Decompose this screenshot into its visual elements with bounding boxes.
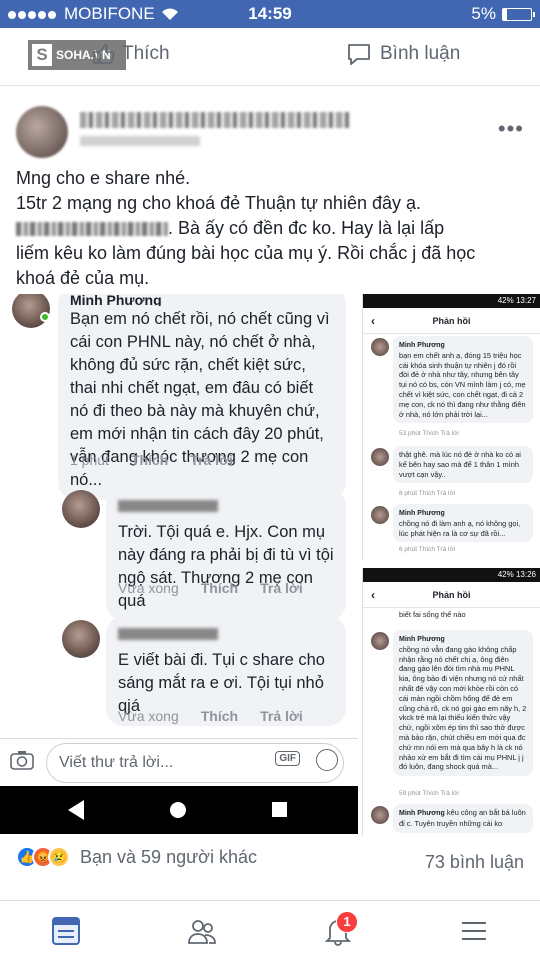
author-name-redacted <box>80 112 350 128</box>
sad-reaction-icon: 😢 <box>48 846 70 868</box>
home-icon[interactable] <box>170 802 186 818</box>
camera-icon[interactable] <box>10 749 34 771</box>
comment-time: 1 phút <box>70 452 109 468</box>
mini-avatar <box>371 632 389 650</box>
mini-status-bar: 42% 13:27 <box>363 294 540 308</box>
comments-count[interactable]: 73 bình luận <box>425 852 524 873</box>
comment-text: Trời. Tội quá e. Hjx. Con mụ này đáng ra… <box>118 523 334 610</box>
mini-avatar <box>371 448 389 466</box>
reactions-text: Bạn và 59 người khác <box>80 846 257 867</box>
mini-meta: 53 phút Thích Trả lời <box>399 430 459 437</box>
comment-reply-link[interactable]: Trả lời <box>190 452 233 468</box>
post-header: ••• <box>0 100 540 160</box>
android-nav-bar <box>0 786 358 834</box>
mini-meta: 8 phút Thích Trả lời <box>399 490 456 497</box>
notifications-tab[interactable]: 1 <box>322 911 358 947</box>
comment-reply-link[interactable]: Trả lời <box>260 708 303 724</box>
post-action-bar: S SOHA.VN Thích Bình luận <box>0 28 540 86</box>
comment-button[interactable]: Bình luận <box>346 42 460 66</box>
mini-status-bar: 42% 13:26 <box>363 568 540 582</box>
comment-bubble: Trời. Tội quá e. Hjx. Con mụ này đáng ra… <box>106 488 346 621</box>
mini-avatar <box>371 506 389 524</box>
mini-header: ‹ Phản hồi <box>363 308 540 334</box>
comment-like-link[interactable]: Thích <box>131 452 168 468</box>
battery-group: 5% <box>471 4 535 24</box>
like-button[interactable]: Thích <box>92 42 170 66</box>
back-chevron-icon: ‹ <box>371 588 375 602</box>
recent-apps-icon[interactable] <box>272 802 287 817</box>
mini-comment: Minh Phương kêu công an bắt bà luôn đi c… <box>393 804 533 833</box>
comment-author-redacted <box>118 624 334 647</box>
post-meta-redacted <box>80 136 200 146</box>
comment-like-link[interactable]: Thích <box>201 708 238 724</box>
status-bar: MOBIFONE 14:59 5% <box>0 0 540 28</box>
comment-bubble: Minh Phương Bạn em nó chết rồi, nó chết … <box>58 294 346 500</box>
friends-icon[interactable] <box>186 915 218 947</box>
like-label: Thích <box>122 43 170 64</box>
comment-like-link[interactable]: Thích <box>201 580 238 596</box>
mini-meta: 59 phút Thích Trả lời <box>399 790 459 797</box>
battery-icon <box>502 7 535 21</box>
back-icon[interactable] <box>68 800 84 820</box>
embedded-screenshot-comments: Minh Phương Bạn em nó chết rồi, nó chết … <box>0 294 358 836</box>
mini-comment: Minh Phương chồng nó vẫn đang gào không c… <box>393 630 533 777</box>
mini-comment: Minh Phương bạn em chết anh ạ, đóng 15 tr… <box>393 336 533 424</box>
mini-header: ‹ Phản hồi <box>363 582 540 608</box>
back-chevron-icon: ‹ <box>371 314 375 328</box>
post-line: 15tr 2 mạng ng cho khoá đẻ Thuận tự nhiê… <box>16 193 421 213</box>
news-feed-icon[interactable] <box>50 915 82 947</box>
mini-comment: Minh Phương chồng nó đi làm anh ạ, nó khô… <box>393 504 533 543</box>
post-line: khoá đẻ của mụ. <box>16 268 150 288</box>
mini-comment: thật ghê. mà lúc nó đẻ ở nhà ko có ai kế… <box>393 446 533 484</box>
menu-icon[interactable] <box>458 915 490 947</box>
thumbs-up-icon <box>93 44 115 64</box>
embedded-screenshot-replies-1: 42% 13:27 ‹ Phản hồi Minh Phương bạn em ch… <box>362 294 540 560</box>
comment-time: Vừa xong <box>118 580 179 596</box>
gif-button[interactable]: GIF <box>275 751 300 766</box>
commenter-avatar <box>62 620 100 658</box>
post-line: Mng cho e share nhé. <box>16 168 191 188</box>
mini-avatar <box>371 338 389 356</box>
post-line: . Bà ấy có đền đc ko. Hay là lại lấp <box>16 216 526 241</box>
notification-badge: 1 <box>336 911 358 933</box>
online-indicator <box>40 312 50 322</box>
mini-avatar <box>371 806 389 824</box>
mini-meta: 6 phút Thích Trả lời <box>399 546 456 553</box>
comment-label: Bình luận <box>380 43 461 64</box>
battery-percent: 5% <box>471 4 496 23</box>
comment-meta: Vừa xong Thích Trả lời <box>118 580 303 596</box>
comment-author: Minh Phương <box>70 294 162 306</box>
commenter-avatar <box>12 294 50 328</box>
mini-comment-tail: biết fai sống thế nào <box>399 610 466 619</box>
bottom-tab-bar: 1 <box>0 900 540 960</box>
post-line: liếm kêu ko làm đúng bài học của mụ ý. R… <box>16 243 476 263</box>
comment-time: Vừa xong <box>118 708 179 724</box>
comment-meta: Vừa xong Thích Trả lời <box>118 708 303 724</box>
clock: 14:59 <box>248 4 292 23</box>
redacted-name <box>16 222 168 237</box>
comment-reply-link[interactable]: Trả lời <box>260 580 303 596</box>
embedded-screenshot-replies-2: 42% 13:26 ‹ Phản hồi biết fai sống thế nà… <box>362 568 540 836</box>
comment-icon <box>348 44 370 65</box>
comment-meta: 1 phút Thích Trả lời <box>70 452 233 468</box>
reactions-summary[interactable]: 👍 😡 😢 Bạn và 59 người khác <box>16 846 257 868</box>
reply-composer: Viết thư trả lời... GIF <box>0 738 358 786</box>
emoji-icon[interactable] <box>316 749 338 771</box>
author-avatar[interactable] <box>16 106 68 158</box>
more-options-icon[interactable]: ••• <box>498 116 524 142</box>
commenter-avatar <box>62 490 100 528</box>
comment-author-redacted <box>118 496 334 519</box>
post-body: Mng cho e share nhé. 15tr 2 mạng ng cho … <box>16 166 526 291</box>
